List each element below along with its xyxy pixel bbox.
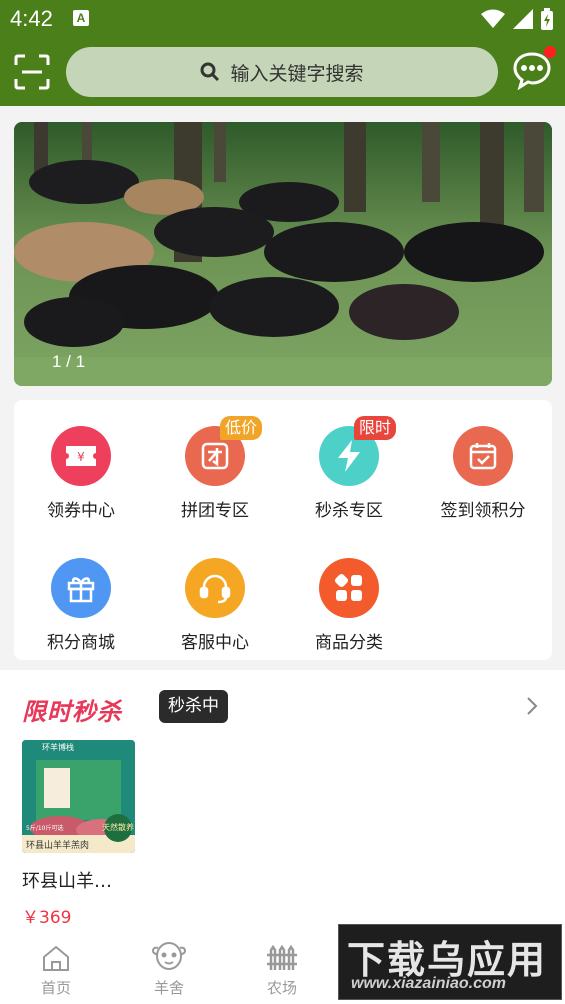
banner-carousel[interactable] <box>14 122 552 386</box>
product-caption: 环县山羊羊羔肉 <box>26 839 89 851</box>
tab-farm[interactable]: 农场 <box>226 936 338 998</box>
watermark: 下载乌应用 www.xiazainiao.com <box>338 924 562 1000</box>
battery-icon <box>541 8 553 30</box>
menu-item-check-in[interactable]: 签到领积分 <box>416 426 550 521</box>
flash-sale-status: 秒杀中 <box>159 690 228 723</box>
tab-sheep-pen[interactable]: 羊舍 <box>113 936 225 998</box>
menu-item-categories[interactable]: 商品分类 <box>282 558 416 653</box>
wifi-icon <box>481 9 505 28</box>
menu-item-label: 秒杀专区 <box>315 501 383 521</box>
product-weight: 5斤/10斤可选 <box>26 824 63 832</box>
search-input[interactable]: 输入关键字搜索 <box>66 47 498 97</box>
menu-item-flash-sale[interactable]: 限时 秒杀专区 <box>282 416 416 521</box>
chevron-right-icon[interactable] <box>522 696 542 716</box>
product-brand: 环羊博栈 <box>42 742 74 752</box>
tab-label: 首页 <box>40 979 71 997</box>
menu-item-points-mall[interactable]: 积分商城 <box>14 558 148 653</box>
scan-icon[interactable] <box>14 54 50 90</box>
banner-image <box>14 122 552 386</box>
search-placeholder: 输入关键字搜索 <box>230 62 364 85</box>
home-icon <box>43 945 69 971</box>
menu-item-group-buy[interactable]: 低价 拼团专区 <box>148 416 282 521</box>
flash-sale-section: 限时秒杀 秒杀中 环羊博栈 5斤/10斤可选 天然散养 环县山羊羊羔肉 环县山羊… <box>0 670 565 940</box>
tab-label: 农场 <box>266 979 297 997</box>
headset-icon <box>185 558 245 618</box>
menu-item-label: 积分商城 <box>47 633 115 653</box>
status-time: 4:42 <box>10 6 53 31</box>
product-price: ￥369 <box>22 908 72 928</box>
product-name: 环县山羊… <box>22 871 112 892</box>
unread-dot <box>544 46 556 58</box>
signal-icon <box>513 9 533 29</box>
menu-item-customer-service[interactable]: 客服中心 <box>148 558 282 653</box>
top-header: 输入关键字搜索 <box>0 38 565 106</box>
product-card[interactable]: 环羊博栈 5斤/10斤可选 天然散养 环县山羊羊羔肉 环县山羊… ￥369 <box>22 740 135 928</box>
menu-item-label: 商品分类 <box>315 633 383 653</box>
badge-limited-time: 限时 <box>354 416 397 440</box>
badge-low-price: 低价 <box>220 416 263 440</box>
product-tag: 天然散养 <box>102 822 134 832</box>
tab-label: 羊舍 <box>153 979 184 997</box>
tab-home[interactable]: 首页 <box>0 936 112 998</box>
quick-menu: ¥ 领券中心 低价 拼团专区 限时 秒杀专区 签到领积分 积分商城 客服中心 商… <box>14 400 552 660</box>
svg-text:¥: ¥ <box>77 450 85 464</box>
calendar-check-icon <box>453 426 513 486</box>
menu-item-label: 拼团专区 <box>181 501 249 521</box>
coupon-icon: ¥ <box>51 426 111 486</box>
watermark-url: www.xiazainiao.com <box>351 975 507 992</box>
menu-item-coupons[interactable]: ¥ 领券中心 <box>14 426 148 521</box>
status-bar: 4:42 A <box>0 0 565 38</box>
product-image: 环羊博栈 5斤/10斤可选 天然散养 环县山羊羊羔肉 <box>22 740 135 853</box>
menu-item-label: 客服中心 <box>181 633 249 653</box>
banner-page-indicator: 1 / 1 <box>52 352 86 371</box>
menu-item-label: 领券中心 <box>47 501 115 521</box>
gift-icon <box>51 558 111 618</box>
flash-sale-title: 限时秒杀 <box>22 698 122 726</box>
menu-item-label: 签到领积分 <box>440 501 526 521</box>
farm-fence-icon <box>267 944 297 970</box>
status-icons <box>481 8 553 30</box>
category-grid-icon <box>319 558 379 618</box>
sheep-face-icon <box>152 942 186 970</box>
search-icon <box>200 62 220 82</box>
notification-icon: A <box>73 10 89 26</box>
